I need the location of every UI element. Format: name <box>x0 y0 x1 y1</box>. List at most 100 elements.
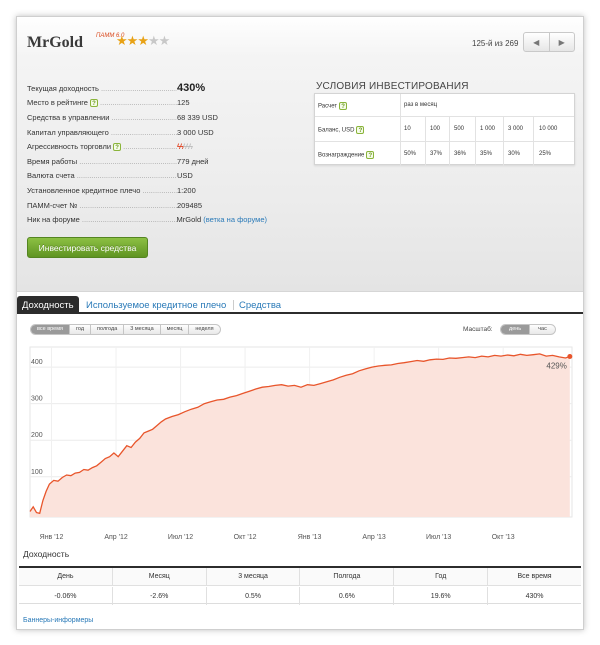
stat-value-text: 68 339 USD <box>177 112 218 122</box>
returns-value-cell: -2.6% <box>111 587 206 605</box>
stat-value-text: 125 <box>177 98 190 108</box>
help-icon[interactable]: ? <box>366 151 375 159</box>
returns-header-cell: День <box>57 573 74 580</box>
forum-thread-link[interactable]: (ветка на форуме) <box>203 215 267 224</box>
returns-header-cell: Месяц <box>111 568 206 585</box>
star-icon: ★ <box>137 33 149 48</box>
x-tick-label: Июл '13 <box>426 534 451 541</box>
terms-title: УСЛОВИЯ ИНВЕСТИРОВАНИЯ <box>316 81 469 92</box>
terms-table: Расчет? раз в месяц Баланс, USD? 10 100 50… <box>314 93 575 166</box>
series-end-point <box>567 354 573 360</box>
returns-title: Доходность <box>23 549 70 559</box>
chevron-right-icon[interactable]: ▶ <box>548 33 575 51</box>
stat-label: ПАММ-счет № <box>27 201 177 210</box>
help-icon[interactable]: ? <box>89 99 98 108</box>
y-tick-label: 400 <box>31 359 43 366</box>
terms-balance-cell: 3 000 <box>508 126 524 132</box>
summary-panel: MrGold ПАММ 6.0 ★★★★★ 125-й из 269 ◀ ▶ Т… <box>17 17 583 292</box>
stat-row: Установленное кредитное плечо1:200 <box>27 183 267 198</box>
period-option[interactable]: год <box>69 325 90 334</box>
scale-option[interactable]: час <box>529 325 555 334</box>
terms-calc-label: Расчет <box>318 103 338 110</box>
y-tick-label: 300 <box>31 396 43 403</box>
stat-value: 209485 <box>177 201 202 210</box>
stat-value: 68 339 USD <box>177 113 218 122</box>
terms-reward-cell: 36% <box>454 151 467 157</box>
scale-label: Масштаб: <box>463 326 493 333</box>
terms-balance-cell: 100 <box>430 126 441 132</box>
banners-link[interactable]: Баннеры-информеры <box>23 617 93 624</box>
returns-header-cell: Год <box>393 568 487 585</box>
pamm-card: MrGold ПАММ 6.0 ★★★★★ 125-й из 269 ◀ ▶ Т… <box>16 16 584 630</box>
stat-label: Капитал управляющего <box>27 128 177 137</box>
tab-leverage[interactable]: Используемое кредитное плечо <box>81 296 231 314</box>
stat-value: MrGold (ветка на форуме) <box>177 215 267 224</box>
help-icon[interactable]: ? <box>339 102 348 110</box>
period-option[interactable]: полгода <box>90 325 123 334</box>
star-icon: ★ <box>158 33 171 48</box>
returns-value-cell: 19.6% <box>393 587 487 605</box>
returns-header-cell: Полгода <box>299 568 393 585</box>
returns-table: День Месяц 3 месяца Полгода Год Все время -0.… <box>19 566 581 605</box>
y-tick-label: 100 <box>31 469 43 476</box>
stat-label: Ник на форуме <box>27 215 177 224</box>
terms-balance-cell: 1 000 <box>480 126 496 132</box>
stat-value-text: 3 000 USD <box>177 127 214 137</box>
terms-row-reward: Вознаграждение? 50% 37% 36% 35% 30% 25% <box>315 141 574 166</box>
returns-value-cell: 0.5% <box>205 587 300 605</box>
returns-header-row: День Месяц 3 месяца Полгода Год Все время <box>19 568 581 586</box>
stat-row: Капитал управляющего3 000 USD <box>27 125 267 140</box>
series-end-label: 429% <box>546 362 566 371</box>
terms-balance-cell: 10 <box>404 126 411 132</box>
stat-value-text: 209485 <box>177 200 203 210</box>
star-icon: ★ <box>126 33 139 48</box>
x-tick-label: Апр '13 <box>362 534 386 541</box>
pager: ◀ ▶ <box>523 32 575 52</box>
period-option[interactable]: неделя <box>188 325 219 334</box>
period-option[interactable]: 3 месяца <box>123 325 159 334</box>
stat-label: Время работы <box>27 157 177 166</box>
tab-funds[interactable]: Средства <box>234 296 286 314</box>
help-icon[interactable]: ? <box>113 143 122 152</box>
stat-value-text: 430% <box>177 82 206 95</box>
stats-list: Текущая доходность430% Место в рейтинге? … <box>27 81 267 227</box>
stat-value-text: 779 дней <box>177 156 209 166</box>
rank-counter: 125-й из 269 <box>472 39 519 48</box>
x-tick-label: Апр '12 <box>104 534 128 541</box>
terms-reward-cell: 35% <box>480 151 493 157</box>
stat-row: Агрессивность торговли? ................… <box>27 142 193 152</box>
stat-row: Ник на форумеMrGold (ветка на форуме) <box>27 212 267 227</box>
stat-row: Средства в управлении68 339 USD <box>27 110 267 125</box>
period-option[interactable]: все время <box>31 325 69 334</box>
returns-value-cell: 430% <box>487 587 581 605</box>
x-tick-label: Окт '13 <box>492 534 515 541</box>
tab-returns[interactable]: Доходность <box>17 296 79 314</box>
star-icon: ★ <box>147 33 160 48</box>
stat-row: ПАММ-счет №209485 <box>27 198 267 213</box>
help-icon[interactable]: ? <box>356 126 365 134</box>
stat-row: Место в рейтинге? ......................… <box>27 98 190 108</box>
y-tick-label: 200 <box>31 432 43 439</box>
returns-chart-svg: 100 200 300 400 Янв '12 Апр '12 Июл '12 Окт '12… <box>29 346 573 541</box>
stat-label: Установленное кредитное плечо <box>27 186 177 195</box>
stat-label: Текущая доходность <box>27 84 177 93</box>
terms-reward-label: Вознаграждение <box>318 152 365 159</box>
invest-button[interactable]: Инвестировать средства <box>27 237 148 258</box>
period-option[interactable]: месяц <box>159 325 189 334</box>
terms-row-calc: Расчет? раз в месяц <box>315 94 574 116</box>
stat-value-text: MrGold <box>176 215 202 225</box>
stat-label: Агрессивность торговли <box>27 142 112 152</box>
stat-label: Место в рейтинге <box>27 98 88 108</box>
stat-value: USD <box>177 171 193 180</box>
scale-option[interactable]: день <box>501 325 530 334</box>
x-tick-label: Янв '12 <box>40 534 64 541</box>
stat-value-text: 1:200 <box>177 185 196 195</box>
period-selector: все время год полгода 3 месяца месяц неделя <box>30 324 221 335</box>
returns-chart: 100 200 300 400 Янв '12 Апр '12 Июл '12 Окт '12… <box>17 317 583 547</box>
rating-stars: ★★★★★ <box>116 33 171 48</box>
terms-balance-cell: 10 000 <box>539 126 558 132</box>
terms-reward-cell: 30% <box>508 151 521 157</box>
x-tick-label: Июл '12 <box>168 534 193 541</box>
chevron-left-icon[interactable]: ◀ <box>524 33 549 51</box>
stat-value: 779 дней <box>177 157 208 166</box>
